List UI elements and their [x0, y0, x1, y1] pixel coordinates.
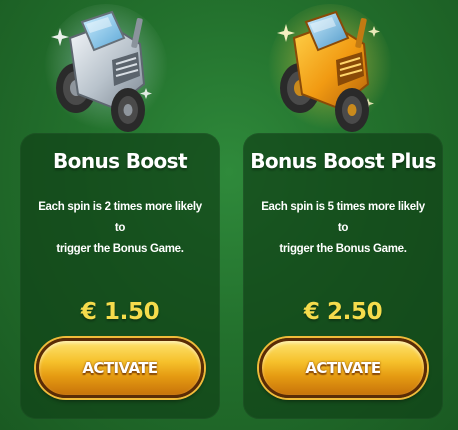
description-line: trigger the Bonus Game. — [56, 243, 184, 255]
activate-button-label: ACTIVATE — [305, 359, 381, 377]
silver-tractor-icon — [44, 4, 168, 136]
offer-title: Bonus Boost Plus — [250, 149, 436, 173]
offer-price: € 1.50 — [80, 299, 160, 325]
offer-price: € 2.50 — [303, 299, 383, 325]
activate-plus-button[interactable]: ACTIVATE — [259, 338, 427, 398]
offer-description: Each spin is 2 times more likely to trig… — [32, 197, 208, 260]
description-line: Each spin is 5 times more likely to — [261, 201, 425, 234]
activate-button[interactable]: ACTIVATE — [36, 338, 204, 398]
gold-tractor-icon — [268, 4, 392, 136]
activate-button-label: ACTIVATE — [82, 359, 158, 377]
bonus-boost-plus-card: Bonus Boost Plus Each spin is 5 times mo… — [243, 133, 443, 419]
offer-description: Each spin is 5 times more likely to trig… — [255, 197, 431, 260]
bonus-boost-card: Bonus Boost Each spin is 2 times more li… — [20, 133, 220, 419]
description-line: trigger the Bonus Game. — [279, 243, 407, 255]
offer-title: Bonus Boost — [53, 149, 188, 173]
description-line: Each spin is 2 times more likely to — [38, 201, 202, 234]
